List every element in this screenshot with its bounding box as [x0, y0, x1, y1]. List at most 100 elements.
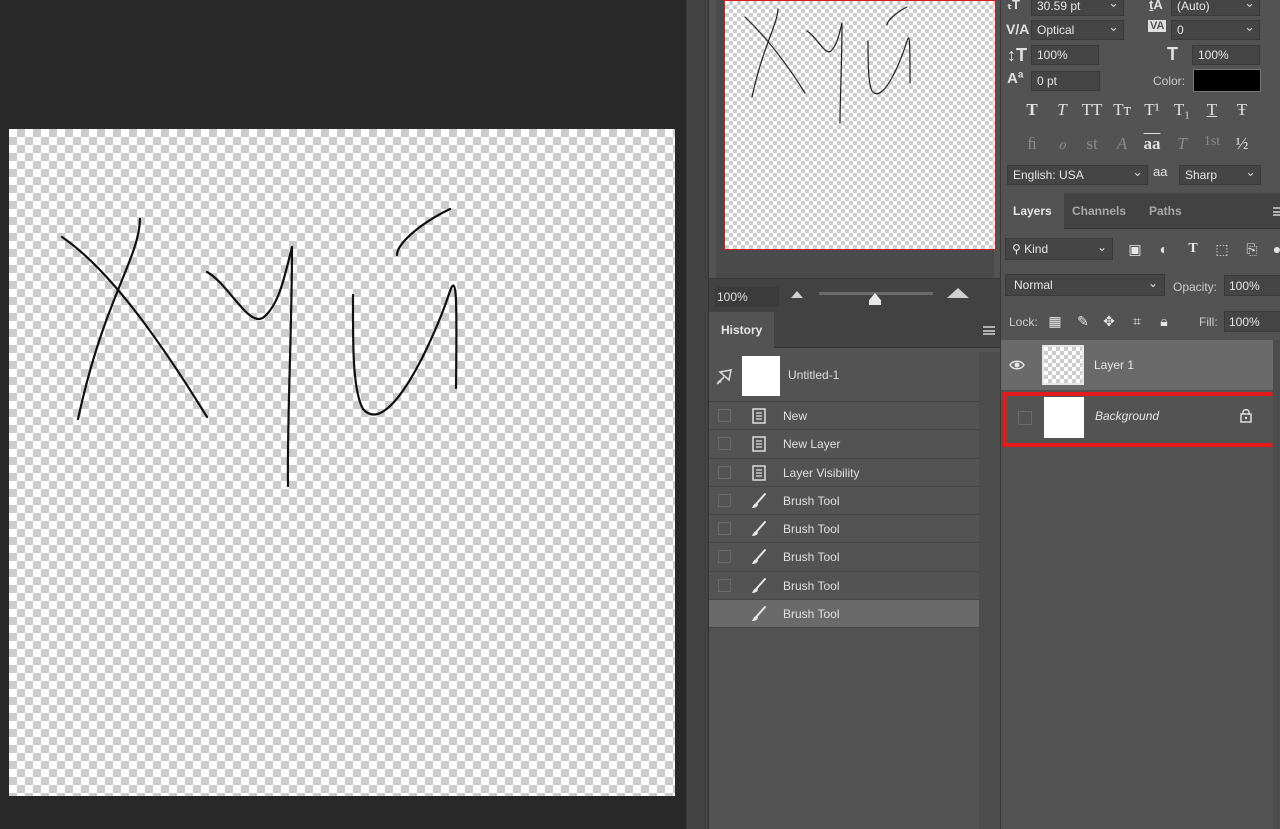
horizontal-scale-icon: T [1167, 44, 1178, 64]
adjustment-filter-icon[interactable]: ◐ [1154, 239, 1174, 259]
document-canvas[interactable] [9, 129, 675, 796]
tab-channels[interactable]: Channels [1060, 193, 1138, 229]
lock-position-icon[interactable]: ✥ [1100, 312, 1118, 330]
layer-name[interactable]: Layer 1 [1094, 358, 1134, 372]
history-item[interactable]: Brush Tool [709, 543, 979, 572]
filter-toggle-icon[interactable]: ● [1267, 239, 1280, 259]
titling-button[interactable]: T [1169, 134, 1195, 156]
faux-bold-button[interactable]: T [1019, 100, 1045, 122]
blend-mode-select[interactable]: Normal ⌄ [1005, 274, 1165, 296]
navigator-zoom-controls: 100% [709, 278, 1001, 312]
ligatures-button[interactable]: ﬁ [1019, 134, 1045, 156]
tab-history[interactable]: History [709, 312, 775, 348]
history-snapshot[interactable]: Untitled-1 [709, 352, 979, 402]
history-brush-source-checkbox[interactable] [718, 522, 731, 536]
layer-row-background[interactable]: Background [1003, 392, 1277, 447]
history-item[interactable]: New [709, 402, 979, 431]
document-window [0, 0, 686, 829]
history-item-label: New [783, 409, 808, 423]
history-panel: History Untitled-1 New New Layer Layer V… [709, 312, 1001, 829]
leading-icon: ṯA [1149, 0, 1163, 12]
stylistic-alternates-button[interactable]: aa [1139, 134, 1165, 156]
history-item-label: Brush Tool [783, 578, 840, 593]
history-brush-source-icon[interactable] [715, 368, 735, 386]
panel-menu-icon[interactable] [1273, 207, 1280, 216]
ordinals-button[interactable]: 1st [1199, 134, 1225, 156]
layer-thumbnail[interactable] [1044, 397, 1084, 438]
navigator-zoom-field[interactable]: 100% [715, 287, 779, 307]
history-brush-source-checkbox[interactable] [718, 550, 731, 564]
subscript-button[interactable]: T₁ [1169, 100, 1195, 122]
history-item[interactable]: Brush Tool [709, 515, 979, 544]
blend-row: Normal ⌄ Opacity: 100% [1001, 273, 1280, 299]
opacity-field[interactable]: 100% [1224, 275, 1280, 296]
blend-mode-value: Normal [1014, 278, 1053, 292]
superscript-button[interactable]: T¹ [1139, 100, 1165, 122]
old-style-button[interactable]: ℴ [1049, 134, 1075, 156]
lock-icon [1240, 409, 1252, 423]
tab-paths[interactable]: Paths [1137, 193, 1194, 229]
baseline-shift-field[interactable]: 0 pt [1031, 71, 1100, 91]
history-brush-source-checkbox[interactable] [718, 409, 731, 422]
brush-icon [752, 606, 766, 622]
tab-layers[interactable]: Layers [1001, 193, 1064, 229]
history-brush-source-checkbox[interactable] [718, 493, 731, 507]
lock-all-icon[interactable]: 🔒︎ [1155, 312, 1173, 330]
history-item-label: Brush Tool [783, 607, 840, 622]
tracking-icon: VA [1148, 20, 1167, 32]
pixel-filter-icon[interactable]: ▣ [1125, 239, 1145, 259]
visibility-toggle[interactable] [1018, 411, 1032, 425]
zoom-out-icon[interactable] [791, 291, 803, 298]
collapsed-panel-strip[interactable] [687, 0, 709, 829]
faux-italic-button[interactable]: T [1049, 100, 1075, 122]
eye-icon[interactable] [1009, 357, 1025, 373]
layer-row-layer-1[interactable]: Layer 1 [1001, 340, 1273, 390]
brush-icon [752, 549, 766, 565]
history-item[interactable]: Brush Tool [709, 572, 979, 601]
font-size-field[interactable]: 30.59 pt [1031, 0, 1124, 16]
fill-field[interactable]: 100% [1224, 311, 1280, 332]
leading-field[interactable]: (Auto) [1171, 0, 1260, 16]
history-item-selected[interactable]: Brush Tool [709, 600, 979, 629]
brush-icon [752, 521, 766, 537]
language-select[interactable]: English: USA [1007, 164, 1148, 185]
stroke-i-body [351, 284, 458, 416]
history-brush-source-checkbox[interactable] [718, 607, 731, 621]
horizontal-scale-field[interactable]: 100% [1192, 45, 1260, 65]
vertical-scale-field[interactable]: 100% [1031, 45, 1099, 65]
layers-panel: Layers Channels Paths ⚲ Kind ⌄ ▣ ◐ T ⬚ ⎘ … [1001, 193, 1280, 829]
history-item[interactable]: New Layer [709, 430, 979, 459]
layer-thumbnail[interactable] [1042, 345, 1084, 385]
history-item[interactable]: Brush Tool [709, 487, 979, 516]
history-scrollbar[interactable] [979, 352, 1001, 829]
lock-transparent-pixels-icon[interactable]: ▦ [1046, 312, 1064, 330]
snapshot-thumbnail [742, 356, 780, 396]
history-brush-source-checkbox[interactable] [718, 437, 731, 451]
all-caps-button[interactable]: TT [1079, 100, 1105, 122]
smart-object-filter-icon[interactable]: ⎘ [1242, 239, 1262, 259]
discretionary-ligatures-button[interactable]: st [1079, 134, 1105, 156]
antialias-select[interactable]: Sharp [1179, 164, 1261, 185]
zoom-in-icon[interactable] [947, 288, 969, 298]
font-size-icon: ₜT [1007, 0, 1020, 12]
layer-name[interactable]: Background [1095, 409, 1159, 423]
filter-kind-select[interactable]: ⚲ Kind ⌄ [1005, 238, 1113, 260]
type-filter-icon[interactable]: T [1183, 239, 1203, 259]
layers-scrollbar[interactable] [1273, 340, 1280, 829]
panel-menu-icon[interactable] [983, 326, 995, 335]
underline-button[interactable]: T [1199, 100, 1225, 122]
tracking-field[interactable]: 0 [1171, 19, 1260, 40]
text-color-swatch[interactable] [1193, 69, 1261, 92]
shape-filter-icon[interactable]: ⬚ [1212, 239, 1232, 259]
kerning-field[interactable]: Optical [1031, 19, 1124, 40]
lock-image-pixels-icon[interactable]: ✎ [1074, 312, 1092, 330]
history-item[interactable]: Layer Visibility [709, 459, 979, 487]
lock-artboard-icon[interactable]: ⌗ [1128, 312, 1146, 330]
strikethrough-button[interactable]: Ŧ [1229, 100, 1255, 122]
swash-button[interactable]: A [1109, 134, 1135, 156]
small-caps-button[interactable]: Tт [1109, 100, 1135, 122]
navigator-thumbnail[interactable] [724, 0, 996, 250]
history-brush-source-checkbox[interactable] [718, 465, 731, 479]
fractions-button[interactable]: ½ [1229, 134, 1255, 156]
history-brush-source-checkbox[interactable] [718, 578, 731, 592]
